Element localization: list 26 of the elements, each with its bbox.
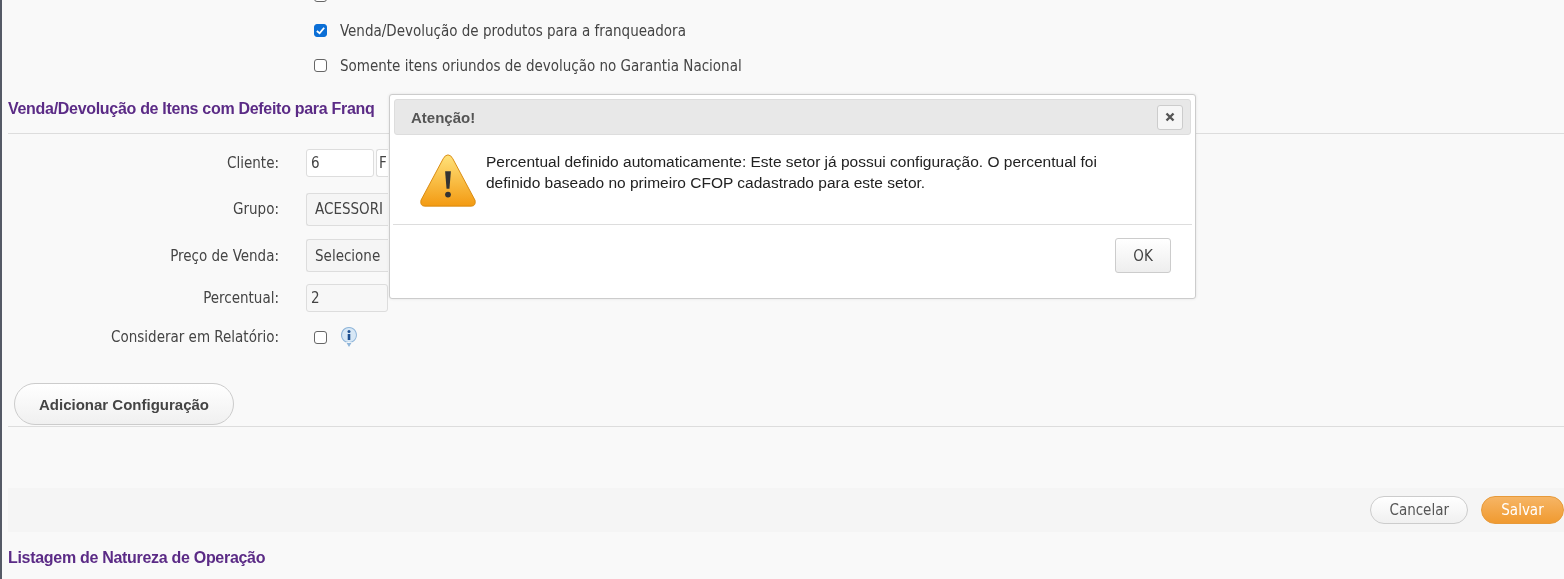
section-title: Listagem de Natureza de Operação — [8, 549, 266, 568]
checkbox[interactable] — [314, 330, 327, 344]
close-icon — [1165, 112, 1175, 122]
field-label: Preço de Venda: — [169, 246, 280, 265]
dialog-message: Percentual definido automaticamente: Este setor já possui configuração. O percentual foi definido baseado no primeiro CFOP cadastrado para este setor. — [486, 152, 1098, 193]
dialog-title: Atenção! — [411, 108, 476, 126]
field-label: Percentual: — [202, 288, 280, 307]
cancel-button[interactable]: Cancelar — [1370, 496, 1468, 524]
field-label: Cliente: — [226, 153, 280, 172]
section-title: Venda/Devolução de Itens com Defeito para Franq — [8, 100, 375, 119]
client-name-field[interactable]: F — [376, 148, 388, 177]
select-field[interactable]: ACESSORI — [306, 192, 388, 226]
select-field[interactable]: Selecione — [306, 239, 388, 272]
warning-icon — [418, 152, 478, 210]
ok-button[interactable]: OK — [1115, 238, 1171, 273]
close-button[interactable] — [1157, 104, 1183, 130]
client-field[interactable]: 6 — [306, 148, 374, 177]
percent-field[interactable]: 2 — [306, 283, 388, 312]
add-configuration-button[interactable]: Adicionar Configuração — [14, 383, 234, 425]
field-label: Considerar em Relatório: — [110, 328, 280, 346]
option-label: Somente itens oriundos de devolução no Garantia Nacional — [340, 56, 742, 75]
info-icon[interactable] — [339, 326, 359, 348]
option-label: Venda/Devolução de produtos para a franqueadora — [340, 21, 686, 40]
checkbox[interactable] — [314, 59, 327, 72]
checkbox[interactable] — [314, 24, 327, 37]
field-label: Grupo: — [232, 200, 280, 218]
